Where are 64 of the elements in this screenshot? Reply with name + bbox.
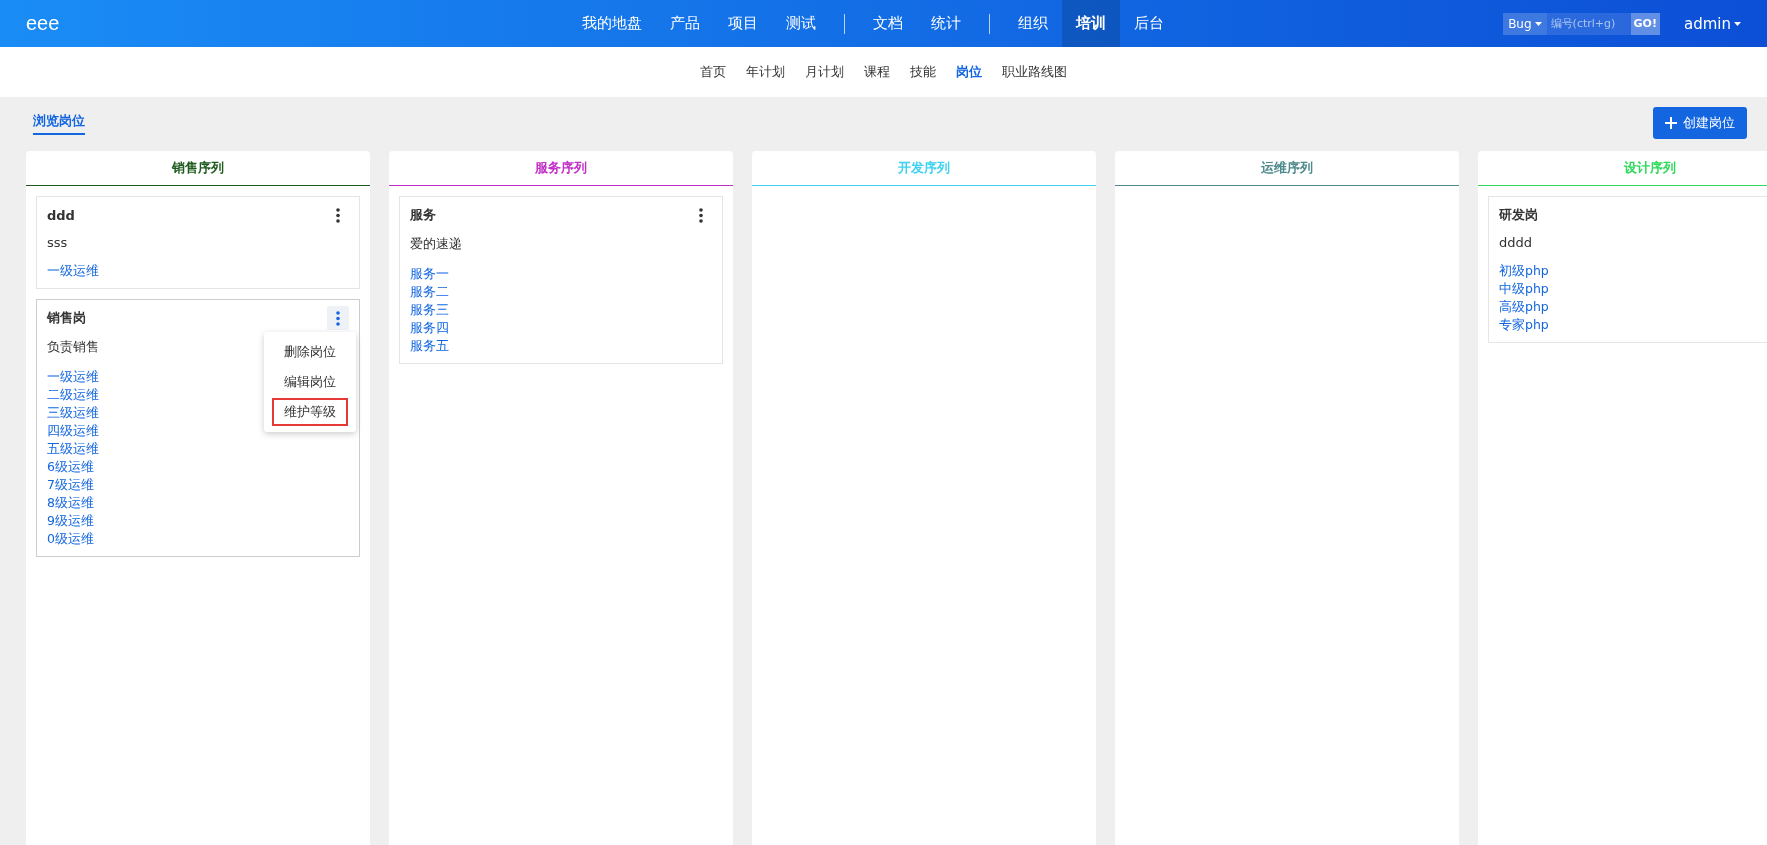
card-title: 服务 (410, 206, 436, 224)
level-link[interactable]: 服务三 (410, 301, 449, 319)
user-menu[interactable]: admin (1678, 13, 1747, 34)
more-icon (336, 310, 340, 326)
level-link[interactable]: 专家php (1499, 316, 1549, 334)
sub-nav-item[interactable]: 课程 (854, 63, 900, 81)
level-link[interactable]: 初级php (1499, 262, 1549, 280)
sub-nav-item[interactable]: 月计划 (795, 63, 854, 81)
level-link[interactable]: 服务一 (410, 265, 449, 283)
level-link[interactable]: 一级运维 (47, 262, 99, 280)
nav-item[interactable]: 产品 (656, 0, 714, 47)
nav-item[interactable]: 项目 (714, 0, 772, 47)
column-title: 服务序列 (389, 151, 733, 186)
level-link[interactable]: 五级运维 (47, 440, 99, 458)
nav-item[interactable]: 文档 (859, 0, 917, 47)
level-link[interactable]: 服务五 (410, 337, 449, 355)
menu-item[interactable]: 编辑岗位 (272, 368, 348, 396)
sub-nav-item[interactable]: 首页 (690, 63, 736, 81)
level-link[interactable]: 一级运维 (47, 368, 99, 386)
level-link[interactable]: 服务二 (410, 283, 449, 301)
sub-nav-item[interactable]: 岗位 (946, 63, 992, 81)
level-link[interactable]: 6级运维 (47, 458, 94, 476)
card-description: sss (47, 235, 68, 250)
caret-icon (1734, 21, 1741, 26)
level-link[interactable]: 二级运维 (47, 386, 99, 404)
level-link[interactable]: 中级php (1499, 280, 1549, 298)
go-button[interactable]: GO! (1630, 12, 1660, 35)
nav-item[interactable]: 组织 (1004, 0, 1062, 47)
caret-icon (1534, 21, 1542, 26)
sub-nav-item[interactable]: 职业路线图 (992, 63, 1077, 81)
card-title: 研发岗 (1499, 206, 1538, 224)
page-tab[interactable]: 浏览岗位 (33, 111, 85, 135)
nav-item[interactable]: 我的地盘 (568, 0, 656, 47)
menu-item[interactable]: 删除岗位 (272, 338, 348, 366)
card-title: 销售岗 (47, 309, 86, 327)
plus-icon (1665, 117, 1677, 129)
nav-item[interactable]: 后台 (1120, 0, 1178, 47)
column-title: 运维序列 (1115, 151, 1459, 186)
level-link[interactable]: 7级运维 (47, 476, 94, 494)
column-title: 开发序列 (752, 151, 1096, 186)
logo[interactable]: eee (26, 12, 60, 35)
menu-item[interactable]: 维护等级 (272, 398, 348, 426)
card-description: 爱的速递 (410, 235, 462, 253)
sub-nav-item[interactable]: 技能 (900, 63, 946, 81)
nav-item[interactable]: 统计 (917, 0, 975, 47)
column-title: 设计序列 (1478, 151, 1767, 186)
nav-item[interactable]: 测试 (772, 0, 830, 47)
card-title: ddd (47, 207, 75, 223)
more-icon (699, 207, 703, 223)
column-title: 销售序列 (26, 151, 370, 186)
level-link[interactable]: 三级运维 (47, 404, 99, 422)
nav-item[interactable]: 培训 (1062, 0, 1120, 47)
level-link[interactable]: 四级运维 (47, 422, 99, 440)
level-link[interactable]: 服务四 (410, 319, 449, 337)
level-link[interactable]: 0级运维 (47, 530, 94, 548)
more-icon (336, 207, 340, 223)
search-type-dropdown[interactable]: Bug (1503, 12, 1547, 35)
level-link[interactable]: 高级php (1499, 298, 1549, 316)
card-description: dddd (1499, 235, 1532, 250)
level-link[interactable]: 8级运维 (47, 494, 94, 512)
create-button[interactable]: 创建岗位 (1653, 107, 1747, 139)
sub-nav-item[interactable]: 年计划 (736, 63, 795, 81)
card-description: 负责销售 (47, 338, 99, 356)
level-link[interactable]: 9级运维 (47, 512, 94, 530)
